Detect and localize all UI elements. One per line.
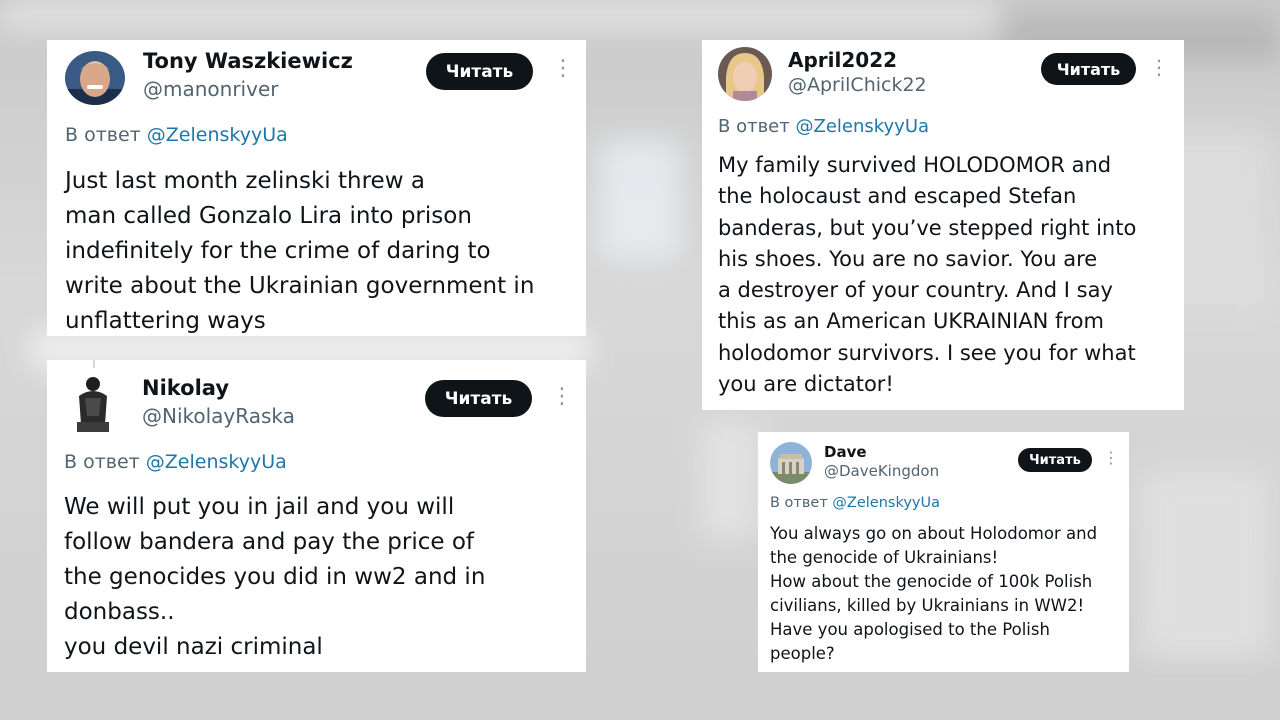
follow-button[interactable]: Читать <box>426 53 533 90</box>
follow-button[interactable]: Читать <box>1041 53 1136 85</box>
thread-line <box>93 360 95 368</box>
tweet-text-line: How about the genocide of 100k Polish <box>770 572 1093 591</box>
tweet-text-line: banderas, but you’ve stepped right into <box>718 215 1137 240</box>
tweet-text-line: follow bandera and pay the price of <box>64 529 475 555</box>
tweet-text-line: people? <box>770 644 835 663</box>
avatar-april-image <box>718 47 772 101</box>
tweet-text-line: you are dictator! <box>718 372 894 397</box>
tweet-text-line: holodomor survivors. I see you for what <box>718 340 1136 365</box>
reply-context: В ответ @ZelenskyyUa <box>770 495 940 511</box>
display-name[interactable]: Nikolay <box>142 376 229 400</box>
more-options-icon[interactable]: ⋮ <box>1149 57 1169 77</box>
reply-prefix: В ответ <box>718 116 790 137</box>
tweet-text-line: donbass.. <box>64 599 175 625</box>
tweet-card-tony: Tony Waszkiewicz @manonriver Читать ⋮ В … <box>47 40 586 336</box>
follow-button[interactable]: Читать <box>425 380 532 417</box>
reply-context: В ответ @ZelenskyyUa <box>65 124 288 146</box>
user-handle[interactable]: @AprilChick22 <box>788 74 927 96</box>
reply-prefix: В ответ <box>770 495 828 511</box>
avatar[interactable] <box>718 47 772 101</box>
more-options-icon[interactable]: ⋮ <box>1103 450 1119 466</box>
tweet-text-line: the holocaust and escaped Stefan <box>718 184 1077 209</box>
tweet-text-line: We will put you in jail and you will <box>64 494 455 520</box>
avatar[interactable] <box>65 51 125 105</box>
avatar[interactable] <box>770 442 812 484</box>
tweet-text-line: man called Gonzalo Lira into prison <box>65 203 472 229</box>
tweet-text-line: indefinitely for the crime of daring to <box>65 238 491 264</box>
tweet-text-line: his shoes. You are no savior. You are <box>718 246 1098 271</box>
avatar[interactable] <box>65 374 121 434</box>
tweet-text-line: the genocide of Ukrainians! <box>770 548 999 567</box>
reply-mention-link[interactable]: @ZelenskyyUa <box>147 124 288 146</box>
more-options-icon[interactable]: ⋮ <box>551 386 573 408</box>
tweet-text: We will put you in jail and you will fol… <box>64 490 485 665</box>
user-handle[interactable]: @NikolayRaska <box>142 404 295 428</box>
follow-button[interactable]: Читать <box>1018 448 1092 472</box>
tweet-card-nikolay: Nikolay @NikolayRaska Читать ⋮ В ответ @… <box>47 360 586 672</box>
tweet-text-line: you devil nazi criminal <box>64 634 323 660</box>
tweet-text: You always go on about Holodomor and the… <box>770 522 1097 666</box>
tweet-text-line: civilians, killed by Ukrainians in WW2! <box>770 596 1085 615</box>
tweet-text: My family survived HOLODOMOR and the hol… <box>718 150 1136 400</box>
display-name[interactable]: Tony Waszkiewicz <box>143 49 353 73</box>
reply-mention-link[interactable]: @ZelenskyyUa <box>795 116 929 137</box>
user-handle[interactable]: @DaveKingdon <box>824 462 939 480</box>
tweet-text-line: the genocides you did in ww2 and in <box>64 564 486 590</box>
user-handle[interactable]: @manonriver <box>143 77 278 101</box>
reply-context: В ответ @ZelenskyyUa <box>718 116 929 137</box>
tweet-text-line: unflattering ways <box>65 308 266 334</box>
reply-context: В ответ @ZelenskyyUa <box>64 451 287 473</box>
tweet-text-line: You always go on about Holodomor and <box>770 524 1098 543</box>
reply-prefix: В ответ <box>64 451 140 473</box>
tweet-text-line: Just last month zelinski threw a <box>65 168 425 194</box>
more-options-icon[interactable]: ⋮ <box>552 58 574 80</box>
display-name[interactable]: April2022 <box>788 48 897 72</box>
tweet-card-april: April2022 @AprilChick22 Читать ⋮ В ответ… <box>702 40 1184 410</box>
reply-mention-link[interactable]: @ZelenskyyUa <box>146 451 287 473</box>
tweet-text-line: Have you apologised to the Polish <box>770 620 1050 639</box>
tweet-text-line: a destroyer of your country. And I say <box>718 278 1113 303</box>
tweet-text-line: this as an American UKRAINIAN from <box>718 309 1104 334</box>
avatar-tony-image <box>65 51 125 105</box>
reply-mention-link[interactable]: @ZelenskyyUa <box>832 495 940 511</box>
tweet-text: Just last month zelinski threw a man cal… <box>65 164 534 336</box>
tweet-text-line: write about the Ukrainian government in <box>65 273 535 299</box>
display-name[interactable]: Dave <box>824 443 867 461</box>
avatar-dave-image <box>770 442 812 484</box>
reply-prefix: В ответ <box>65 124 141 146</box>
tweet-text-line: My family survived HOLODOMOR and <box>718 153 1112 177</box>
tweet-card-dave: Dave @DaveKingdon Читать ⋮ В ответ @Zele… <box>758 432 1129 672</box>
avatar-nikolay-image <box>65 374 121 434</box>
